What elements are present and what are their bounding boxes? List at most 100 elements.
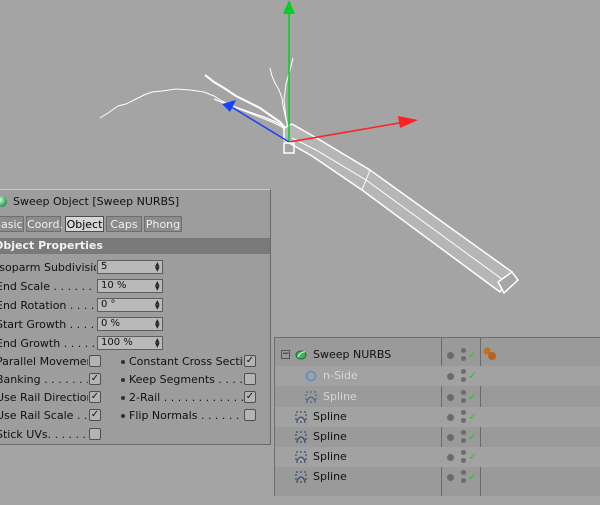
end-growth-input[interactable]: 100 % ▲ ▼ bbox=[97, 336, 163, 350]
use-rail-scale-checkbox[interactable]: ✓ bbox=[89, 409, 101, 421]
spinner-icon[interactable]: ▲ ▼ bbox=[155, 281, 160, 292]
sweep-nurbs-icon bbox=[295, 350, 307, 360]
render-visibility-dot[interactable] bbox=[461, 348, 466, 353]
banking-checkbox[interactable]: ✓ bbox=[89, 373, 101, 385]
enabled-check-icon[interactable]: ✓ bbox=[468, 447, 477, 467]
check-label-parallel-movement: Parallel Movement bbox=[0, 355, 88, 368]
check-label-flip-normals: Flip Normals . . . . . . . . . . bbox=[129, 409, 243, 422]
tab-phong[interactable]: Phong bbox=[144, 216, 182, 232]
tab-caps[interactable]: Caps bbox=[106, 216, 142, 232]
object-name[interactable]: Sweep NURBS bbox=[313, 345, 391, 365]
end-growth-value: 100 % bbox=[101, 337, 133, 348]
check-label-stick-uvs: Stick UVs. . . . . . . bbox=[0, 428, 88, 441]
parallel-movement-checkbox[interactable] bbox=[89, 355, 101, 367]
object-row-spline[interactable]: Spline ✓ bbox=[275, 427, 600, 447]
end-rotation-input[interactable]: 0 ° ▲ ▼ bbox=[97, 298, 163, 312]
render-visibility-dot[interactable] bbox=[461, 410, 466, 415]
spinner-icon[interactable]: ▲ ▼ bbox=[155, 338, 160, 349]
field-label-end-rotation: End Rotation . . . . . bbox=[0, 299, 96, 312]
panel-title-bar: Sweep Object [Sweep NURBS] bbox=[0, 194, 270, 210]
sweep-object-icon bbox=[0, 196, 7, 207]
object-name[interactable]: Spline bbox=[323, 387, 357, 407]
spinner-icon[interactable]: ▲ ▼ bbox=[155, 300, 160, 311]
enabled-check-icon[interactable]: ✓ bbox=[468, 467, 477, 487]
render-visibility-dot[interactable] bbox=[461, 478, 466, 483]
animation-dot-icon[interactable] bbox=[121, 414, 125, 418]
end-scale-input[interactable]: 10 % ▲ ▼ bbox=[97, 279, 163, 293]
flip-normals-checkbox[interactable] bbox=[244, 409, 256, 421]
render-visibility-dot[interactable] bbox=[461, 398, 466, 403]
editor-visibility-dot[interactable] bbox=[447, 352, 454, 359]
render-visibility-dot[interactable] bbox=[461, 430, 466, 435]
start-growth-value: 0 % bbox=[101, 318, 121, 329]
object-row-spline[interactable]: Spline ✓ bbox=[275, 407, 600, 427]
editor-visibility-dot[interactable] bbox=[447, 454, 454, 461]
object-name[interactable]: Spline bbox=[313, 407, 347, 427]
spline-icon bbox=[295, 451, 307, 463]
constant-cross-section-checkbox[interactable]: ✓ bbox=[244, 355, 256, 367]
editor-visibility-dot[interactable] bbox=[447, 414, 454, 421]
object-row-spline[interactable]: Spline ✓ bbox=[275, 447, 600, 467]
object-row-spline[interactable]: Spline ✓ bbox=[275, 467, 600, 487]
keep-segments-checkbox[interactable] bbox=[244, 373, 256, 385]
animation-dot-icon[interactable] bbox=[121, 378, 125, 382]
check-label-constant-cross-section: Constant Cross Section bbox=[129, 355, 243, 368]
collapse-icon[interactable]: − bbox=[281, 350, 290, 359]
editor-visibility-dot[interactable] bbox=[447, 373, 454, 380]
render-visibility-dot[interactable] bbox=[461, 390, 466, 395]
y-axis-arrow[interactable] bbox=[283, 0, 295, 14]
object-name[interactable]: n-Side bbox=[323, 366, 358, 386]
spinner-icon[interactable]: ▲ ▼ bbox=[155, 319, 160, 330]
tab-object[interactable]: Object bbox=[65, 216, 104, 232]
use-rail-direction-checkbox[interactable]: ✓ bbox=[89, 391, 101, 403]
field-label-isoparm: Isoparm Subdivision bbox=[0, 261, 96, 274]
object-row-nside[interactable]: n-Side ✓ bbox=[275, 366, 600, 386]
render-visibility-dot[interactable] bbox=[461, 418, 466, 423]
render-visibility-dot[interactable] bbox=[461, 458, 466, 463]
section-header: Object Properties bbox=[0, 238, 270, 254]
spline-icon bbox=[295, 411, 307, 423]
object-manager: − Sweep NURBS ✓ n-Side ✓ Spline ✓ Spline… bbox=[274, 337, 600, 496]
enabled-check-icon[interactable]: ✓ bbox=[468, 427, 477, 447]
material-tag-icon[interactable] bbox=[483, 347, 497, 361]
rail-spline-2[interactable] bbox=[269, 67, 290, 134]
object-name[interactable]: Spline bbox=[313, 467, 347, 487]
object-row-spline[interactable]: Spline ✓ bbox=[275, 387, 600, 407]
end-rotation-value: 0 ° bbox=[101, 299, 116, 310]
isoparm-subdivision-input[interactable]: 5 ▲ ▼ bbox=[97, 260, 163, 274]
editor-visibility-dot[interactable] bbox=[447, 434, 454, 441]
enabled-check-icon[interactable]: ✓ bbox=[468, 366, 477, 386]
render-visibility-dot[interactable] bbox=[461, 438, 466, 443]
isoparm-subdivision-value: 5 bbox=[101, 261, 108, 272]
tab-coord[interactable]: Coord. bbox=[26, 216, 63, 232]
object-name[interactable]: Spline bbox=[313, 427, 347, 447]
rail-spline[interactable] bbox=[99, 88, 289, 134]
x-axis-arrow[interactable] bbox=[398, 116, 418, 128]
enabled-check-icon[interactable]: ✓ bbox=[468, 387, 477, 407]
enabled-check-icon[interactable]: ✓ bbox=[468, 407, 477, 427]
sweep-tube-body[interactable] bbox=[283, 123, 513, 294]
start-growth-input[interactable]: 0 % ▲ ▼ bbox=[97, 317, 163, 331]
render-visibility-dot[interactable] bbox=[461, 450, 466, 455]
render-visibility-dot[interactable] bbox=[461, 356, 466, 361]
animation-dot-icon[interactable] bbox=[121, 360, 125, 364]
editor-visibility-dot[interactable] bbox=[447, 394, 454, 401]
render-visibility-dot[interactable] bbox=[461, 369, 466, 374]
spline-icon bbox=[295, 431, 307, 443]
tab-basic[interactable]: Basic bbox=[0, 216, 24, 232]
stick-uvs-checkbox[interactable] bbox=[89, 428, 101, 440]
check-label-banking: Banking . . . . . . . . . bbox=[0, 373, 88, 386]
object-row-sweep-nurbs[interactable]: − Sweep NURBS ✓ bbox=[275, 345, 600, 365]
editor-visibility-dot[interactable] bbox=[447, 474, 454, 481]
two-rail-checkbox[interactable]: ✓ bbox=[244, 391, 256, 403]
animation-dot-icon[interactable] bbox=[121, 396, 125, 400]
render-visibility-dot[interactable] bbox=[461, 470, 466, 475]
render-visibility-dot[interactable] bbox=[461, 377, 466, 382]
field-label-end-growth: End Growth . . . . . . bbox=[0, 337, 96, 350]
section-title: Object Properties bbox=[0, 239, 103, 252]
object-name[interactable]: Spline bbox=[313, 447, 347, 467]
field-label-start-growth: Start Growth . . . . . bbox=[0, 318, 96, 331]
spinner-icon[interactable]: ▲ ▼ bbox=[155, 262, 160, 273]
enabled-check-icon[interactable]: ✓ bbox=[468, 345, 477, 365]
check-label-use-rail-direction: Use Rail Direction bbox=[0, 391, 88, 404]
